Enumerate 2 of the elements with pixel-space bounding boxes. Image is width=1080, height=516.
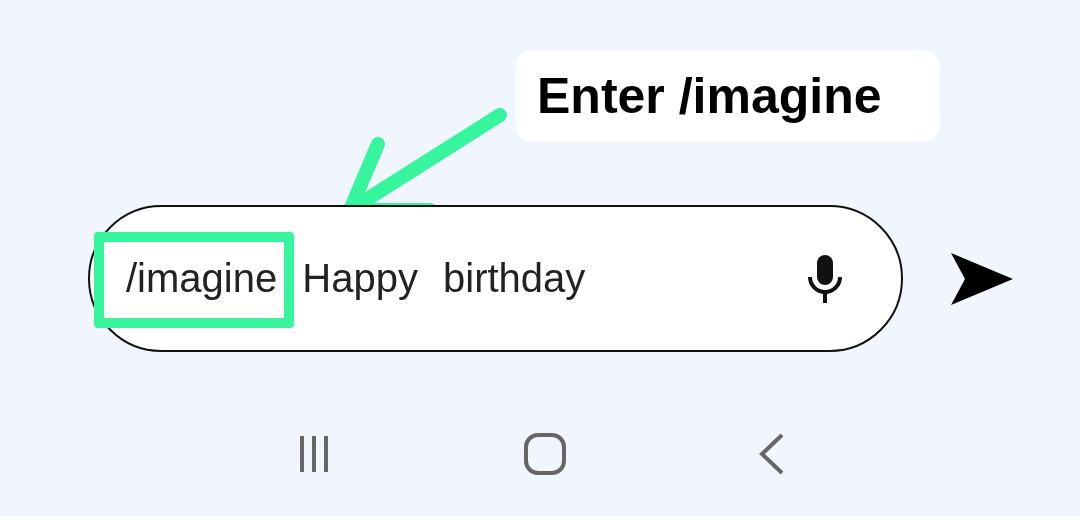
callout-label: Enter /imagine	[515, 50, 940, 142]
message-field[interactable]: /imagine Happy birthday	[88, 205, 903, 352]
